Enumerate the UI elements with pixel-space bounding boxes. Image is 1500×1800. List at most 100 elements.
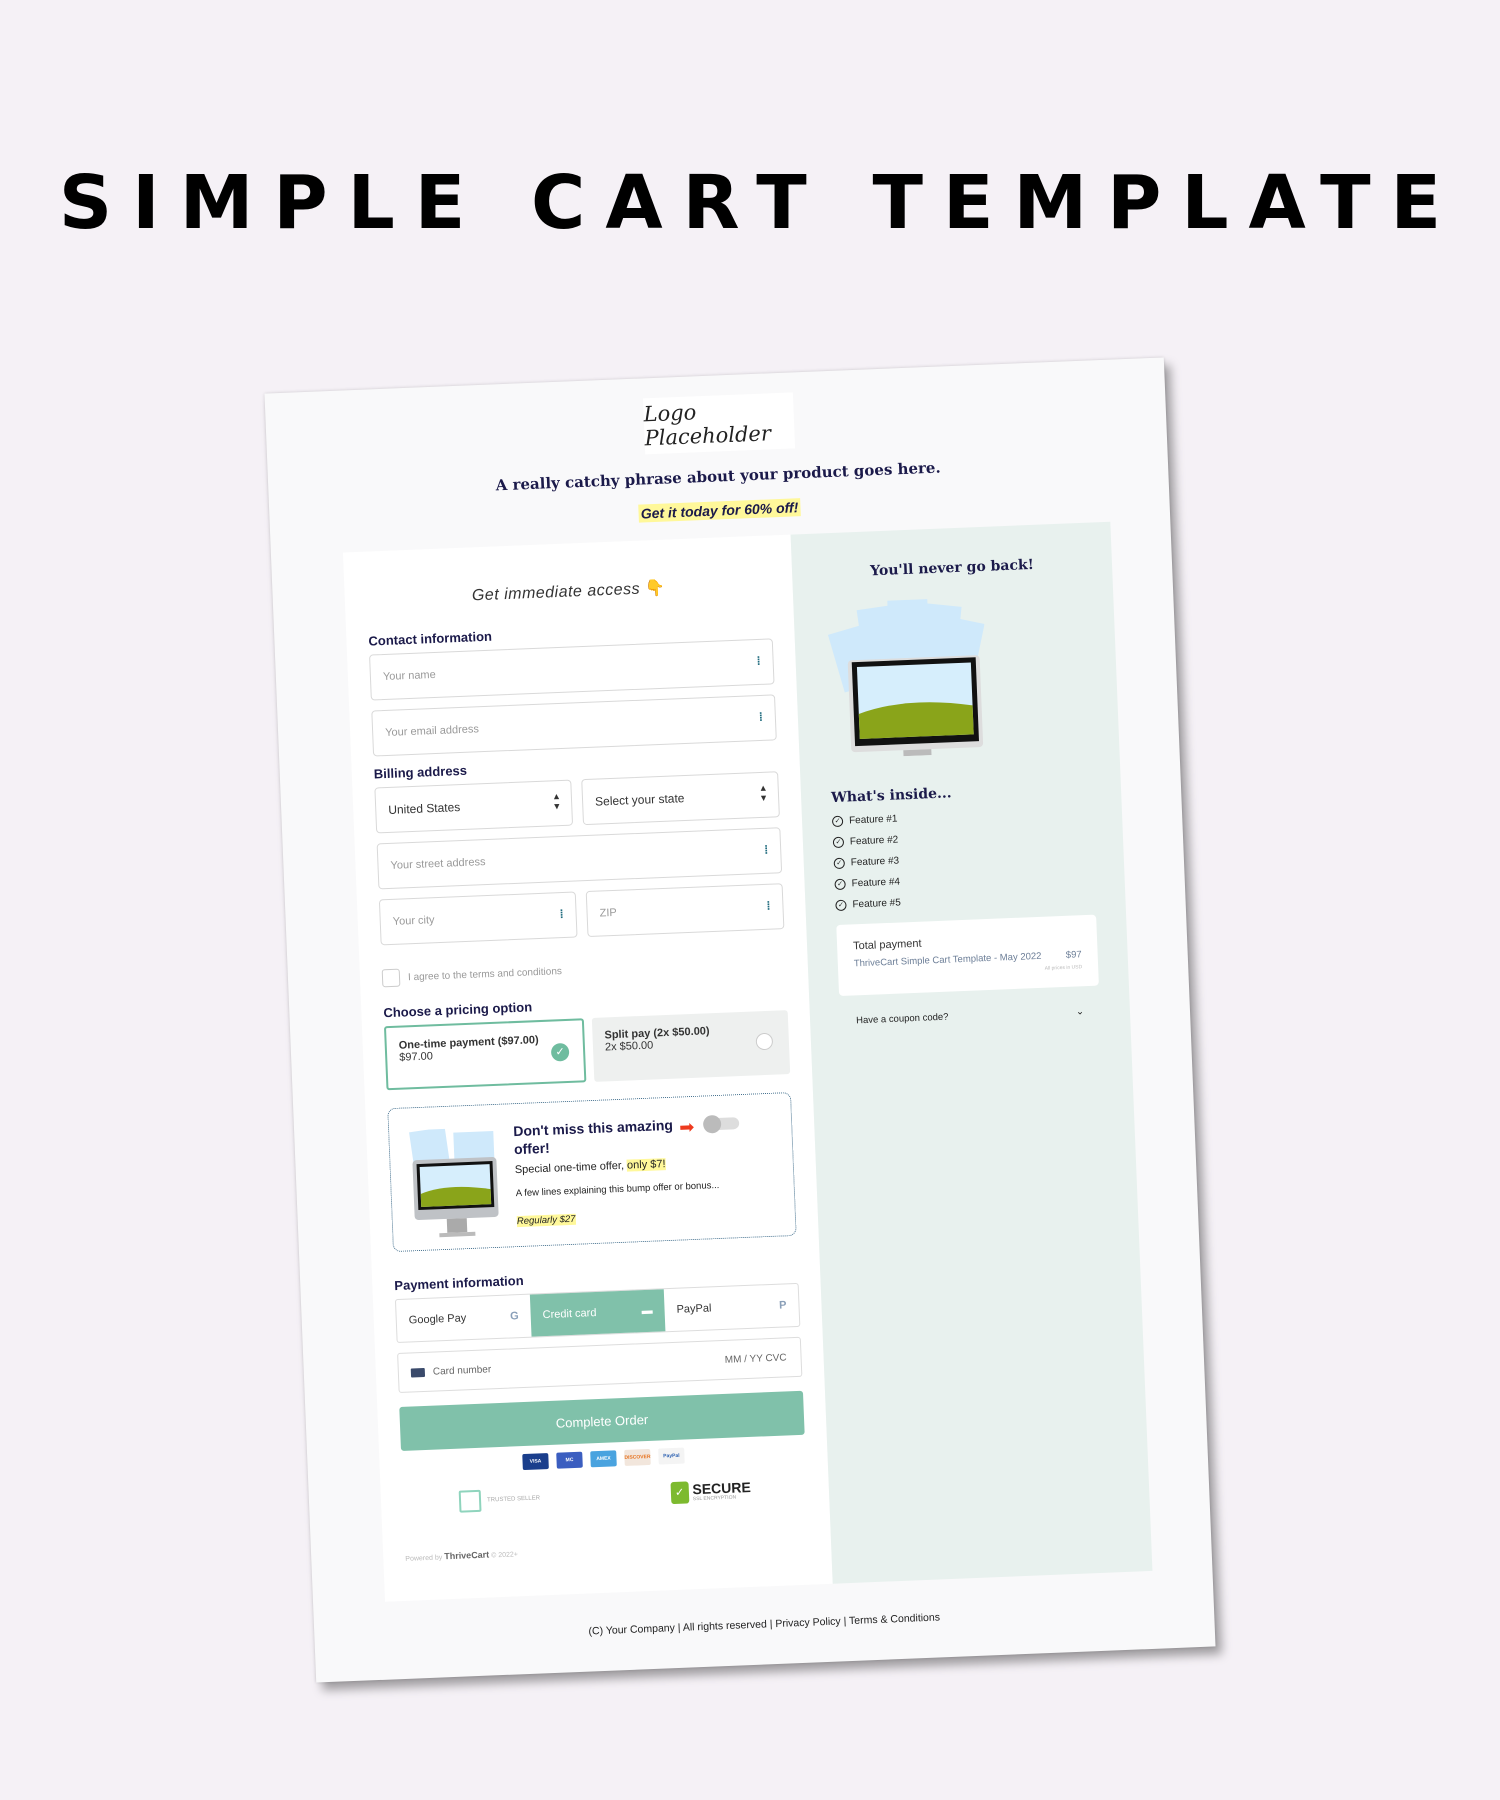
visa-icon: VISA bbox=[522, 1453, 549, 1471]
access-heading: Get immediate access 👇 bbox=[366, 573, 770, 609]
powered-prefix: Powered by bbox=[405, 1554, 443, 1563]
zip-input[interactable]: ZIP ⁞ bbox=[585, 883, 785, 938]
terms-checkbox[interactable] bbox=[381, 968, 401, 988]
monitor-illustration bbox=[409, 1127, 499, 1238]
inside-title: What's inside... bbox=[830, 785, 952, 807]
product-price: $97 bbox=[1065, 949, 1082, 961]
amex-icon: AMEX bbox=[590, 1450, 617, 1468]
street-placeholder: Your street address bbox=[390, 856, 486, 872]
feature-item: ✓ Feature #2 bbox=[832, 827, 1093, 849]
product-illustration bbox=[827, 599, 985, 757]
expiry-cvc-placeholder[interactable]: MM / YY CVC bbox=[725, 1352, 787, 1365]
pricing-option-split[interactable]: Split pay (2x $50.00) 2x $50.00 bbox=[591, 1010, 791, 1082]
feature-label: Feature #4 bbox=[851, 876, 901, 890]
name-placeholder: Your name bbox=[382, 668, 436, 684]
trusted-seller-badge: TRUSTED SELLER bbox=[458, 1487, 541, 1513]
mastercard-icon: MC bbox=[556, 1451, 583, 1469]
lock-icon: ✓ bbox=[670, 1481, 690, 1505]
checkout-card: Get immediate access 👇 Contact informati… bbox=[342, 521, 1153, 1602]
country-value: United States bbox=[388, 800, 461, 817]
trusted-text: TRUSTED SELLER bbox=[486, 1495, 541, 1504]
feature-label: Feature #5 bbox=[852, 897, 902, 911]
discover-icon: DISCOVER bbox=[624, 1448, 651, 1466]
password-manager-icon[interactable]: ⁞ bbox=[764, 843, 773, 857]
bump-special: Special one-time offer, only $7! bbox=[515, 1158, 666, 1176]
payment-tabs: Google Pay G Credit card ▬ PayPal P bbox=[394, 1282, 801, 1344]
paypal-icon: P bbox=[778, 1299, 787, 1312]
special-text: Special one-time offer, bbox=[514, 1159, 628, 1177]
sidebar-title: You'll never go back! bbox=[869, 556, 1035, 580]
card-number-input[interactable]: Card number MM / YY CVC bbox=[397, 1336, 803, 1393]
feature-item: ✓ Feature #4 bbox=[834, 869, 1094, 891]
name-input[interactable]: Your name ⁞ bbox=[369, 638, 775, 701]
password-manager-icon[interactable]: ⁞ bbox=[766, 899, 775, 913]
secure-badge: ✓ SECURE SSL ENCRYPTION bbox=[670, 1478, 752, 1505]
email-placeholder: Your email address bbox=[384, 723, 480, 740]
email-input[interactable]: Your email address ⁞ bbox=[371, 694, 777, 757]
bump-offer: Don't miss this amazing offer! ➡ Special… bbox=[387, 1092, 797, 1253]
state-select[interactable]: Select your state ▲ ▼ bbox=[581, 771, 780, 826]
card-placeholder: Card number bbox=[432, 1363, 492, 1378]
thrivecart-logo[interactable]: ThriveCart bbox=[444, 1550, 489, 1562]
total-title: Total payment bbox=[852, 937, 922, 953]
feature-item: ✓ Feature #1 bbox=[831, 806, 1092, 828]
terms-agreement: I agree to the terms and conditions bbox=[381, 953, 786, 988]
check-circle-icon: ✓ bbox=[834, 878, 846, 891]
order-summary: You'll never go back! What's inside... ✓… bbox=[790, 521, 1153, 1584]
complete-order-button[interactable]: Complete Order bbox=[399, 1390, 805, 1451]
tab-google-pay[interactable]: Google Pay G bbox=[396, 1295, 532, 1342]
city-placeholder: Your city bbox=[392, 914, 435, 928]
hero-title: SIMPLE CART TEMPLATE bbox=[58, 160, 1462, 246]
city-input[interactable]: Your city ⁞ bbox=[378, 891, 578, 946]
cart-preview: Logo Placeholder A really catchy phrase … bbox=[264, 357, 1216, 1683]
bump-regular-price: Regularly $27 bbox=[516, 1213, 576, 1228]
tab-paypal[interactable]: PayPal P bbox=[664, 1284, 800, 1331]
check-circle-icon: ✓ bbox=[835, 899, 847, 912]
logo: Logo Placeholder bbox=[642, 392, 796, 455]
password-manager-icon[interactable]: ⁞ bbox=[759, 710, 768, 724]
special-highlight: only $7! bbox=[626, 1158, 666, 1172]
powered-by: Powered by ThriveCart © 2022+ bbox=[405, 1537, 809, 1563]
total-payment: Total payment ThriveCart Simple Cart Tem… bbox=[836, 914, 1099, 997]
tab-label: Credit card bbox=[542, 1307, 597, 1322]
promo-text: Get it today for 60% off! bbox=[638, 498, 801, 523]
card-icon bbox=[410, 1367, 426, 1377]
terms-label[interactable]: I agree to the terms and conditions bbox=[408, 966, 562, 983]
handshake-icon bbox=[458, 1489, 482, 1513]
google-icon: G bbox=[509, 1310, 519, 1323]
bump-title: Don't miss this amazing offer! bbox=[512, 1116, 674, 1158]
state-value: Select your state bbox=[594, 791, 685, 809]
access-text: Get immediate access bbox=[471, 580, 641, 605]
coupon-toggle[interactable]: Have a coupon code? ⌄ bbox=[840, 996, 1101, 1037]
feature-item: ✓ Feature #3 bbox=[833, 848, 1094, 870]
arrow-right-icon: ➡ bbox=[678, 1116, 695, 1138]
checkout-form: Get immediate access 👇 Contact informati… bbox=[342, 534, 833, 1602]
powered-year: © 2022+ bbox=[491, 1551, 519, 1560]
footer: (C) Your Company | All rights reserved |… bbox=[588, 1611, 941, 1638]
check-icon: ✓ bbox=[550, 1042, 570, 1062]
feature-label: Feature #2 bbox=[849, 834, 899, 848]
radio-icon[interactable] bbox=[755, 1032, 774, 1051]
password-manager-icon[interactable]: ⁞ bbox=[559, 907, 568, 921]
regular-text: Regularly $27 bbox=[516, 1213, 576, 1228]
check-circle-icon: ✓ bbox=[832, 836, 845, 849]
tab-label: Google Pay bbox=[408, 1312, 467, 1327]
tab-label: PayPal bbox=[676, 1302, 712, 1316]
bump-toggle[interactable] bbox=[704, 1117, 740, 1131]
pricing-option-one-time[interactable]: One-time payment ($97.00) $97.00 ✓ bbox=[383, 1018, 587, 1091]
check-circle-icon: ✓ bbox=[833, 857, 846, 870]
country-select[interactable]: United States ▲ ▼ bbox=[374, 779, 574, 834]
feature-item: ✓ Feature #5 bbox=[835, 890, 1095, 912]
coupon-label: Have a coupon code? bbox=[855, 1011, 949, 1027]
tab-credit-card[interactable]: Credit card ▬ bbox=[529, 1289, 666, 1337]
credit-card-icon: ▬ bbox=[641, 1304, 653, 1318]
password-manager-icon[interactable]: ⁞ bbox=[756, 654, 765, 668]
bump-description: A few lines explaining this bump offer o… bbox=[515, 1179, 720, 1200]
chevron-down-icon: ⌄ bbox=[1075, 1006, 1085, 1018]
secure-title: SECURE bbox=[692, 1478, 752, 1498]
feature-label: Feature #1 bbox=[848, 813, 898, 827]
select-arrows-icon: ▲ ▼ bbox=[551, 791, 562, 812]
zip-placeholder: ZIP bbox=[599, 906, 617, 920]
check-circle-icon: ✓ bbox=[831, 815, 844, 828]
select-arrows-icon: ▲ ▼ bbox=[758, 782, 769, 804]
